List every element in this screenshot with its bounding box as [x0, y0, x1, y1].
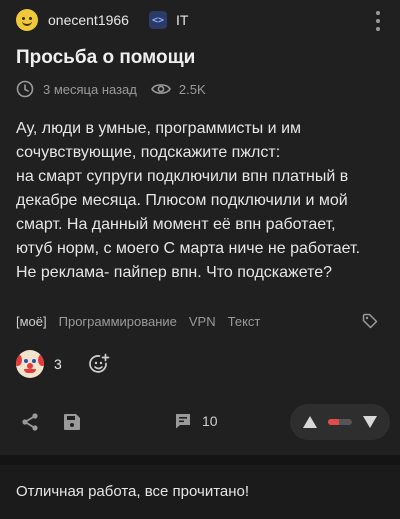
rating-bar-fill [328, 419, 339, 425]
downvote-icon[interactable] [362, 415, 378, 429]
author-name[interactable]: onecent1966 [48, 12, 129, 28]
body-line: на смарт супруги подключили впн платный … [16, 168, 349, 185]
tag-vpn[interactable]: VPN [189, 314, 216, 329]
view-count: 2.5K [178, 81, 206, 97]
tag-icon[interactable] [362, 313, 378, 329]
post-card: onecent1966 <> IT Просьба о помощи 3 мес… [0, 0, 400, 455]
tag-list: [моё] Программирование VPN Текст [16, 312, 260, 330]
tag-my[interactable]: [моё] [16, 314, 47, 329]
comment-count: 10 [202, 413, 218, 429]
body-line: ютуб норм, с моего С марта ниче не работ… [16, 240, 361, 257]
community-name[interactable]: IT [176, 12, 188, 28]
code-brackets-icon[interactable]: <> [148, 11, 167, 29]
share-icon[interactable] [20, 412, 40, 432]
comment-icon [176, 414, 190, 429]
vote-control [290, 404, 390, 440]
tag-programming[interactable]: Программирование [59, 314, 177, 329]
footer-message: Отличная работа, все прочитано! [16, 483, 250, 500]
body-line: сочувствующие, подскажите пжлст: [16, 144, 281, 161]
tag-text[interactable]: Текст [228, 314, 261, 329]
rating-bar [328, 419, 352, 425]
clock-icon [16, 80, 34, 98]
body-line: смарт. На данный момент её впн работает, [16, 216, 336, 233]
reaction-count: 3 [54, 356, 62, 372]
post-title[interactable]: Просьба о помощи [16, 47, 195, 69]
more-vertical-icon[interactable] [368, 8, 388, 34]
add-reaction-icon[interactable] [84, 349, 114, 379]
post-time: 3 месяца назад [43, 81, 137, 97]
post-body: Ау, люди в умные, программисты и им сочу… [16, 117, 388, 285]
upvote-icon[interactable] [302, 415, 318, 429]
user-avatar-icon[interactable] [16, 9, 38, 31]
eye-icon [150, 84, 171, 94]
action-bar: 10 [0, 404, 400, 440]
save-icon[interactable] [62, 412, 82, 432]
body-line: декабре месяца. Плюсом подключили и мой [16, 192, 348, 209]
section-divider [0, 455, 400, 465]
post-meta: 3 месяца назад 2.5K [16, 79, 206, 99]
comments-button[interactable]: 10 [174, 412, 218, 430]
read-all-footer: Отличная работа, все прочитано! [0, 465, 400, 519]
body-line: Не реклама- пайпер впн. Что подскажете? [16, 264, 333, 281]
body-line: Ау, люди в умные, программисты и им [16, 120, 301, 137]
post-header: onecent1966 <> IT [16, 8, 188, 32]
clown-reaction-icon[interactable] [16, 350, 44, 378]
reactions-bar: 3 [16, 350, 114, 378]
